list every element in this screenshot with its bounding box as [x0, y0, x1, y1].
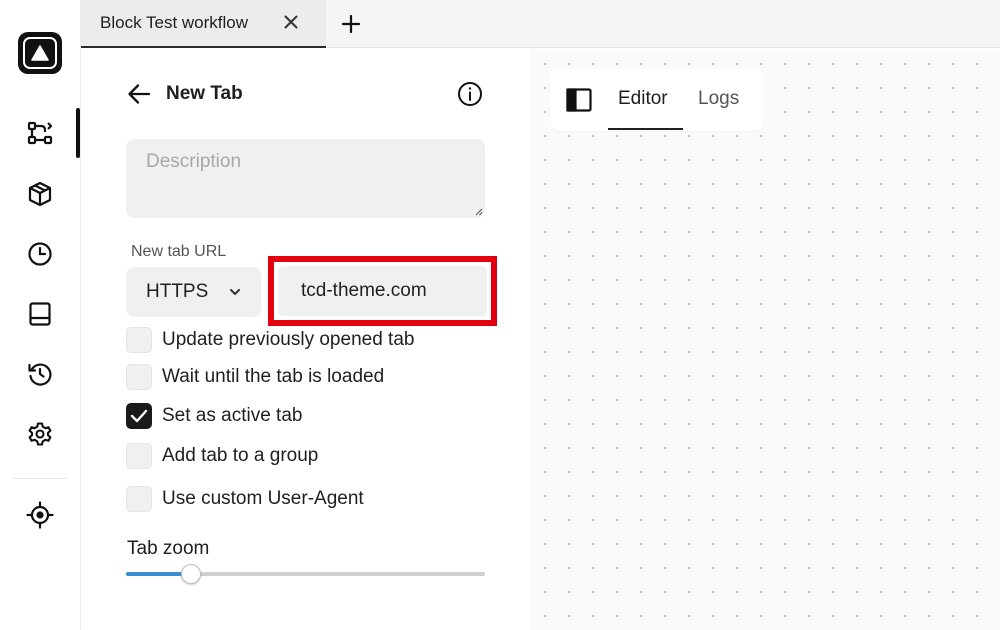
tab-strip: Block Test workflow	[81, 0, 1000, 48]
logo-triangle-icon	[31, 45, 49, 61]
sidebar-active-indicator	[76, 108, 80, 158]
clock-icon[interactable]	[24, 238, 56, 270]
tab-logs[interactable]: Logs	[698, 88, 739, 110]
option-label: Add tab to a group	[162, 445, 319, 466]
app-logo[interactable]	[18, 32, 62, 74]
settings-icon[interactable]	[24, 418, 56, 450]
package-icon[interactable]	[24, 178, 56, 210]
tab-editor[interactable]: Editor	[618, 88, 668, 110]
workflow-canvas[interactable]: Editor Logs	[530, 49, 1000, 630]
protocol-select[interactable]: HTTPS	[126, 267, 261, 317]
option-add-to-group[interactable]: Add tab to a group	[126, 443, 318, 469]
url-highlight-box	[268, 256, 497, 326]
app-sidebar	[0, 0, 81, 630]
option-label: Use custom User-Agent	[162, 488, 364, 509]
close-icon[interactable]	[281, 12, 301, 32]
block-settings-panel: New Tab New tab URL HTTPS Update previou…	[81, 49, 530, 630]
option-wait-loaded[interactable]: Wait until the tab is loaded	[126, 364, 384, 390]
back-arrow-icon[interactable]	[127, 82, 151, 106]
panel-title: New Tab	[166, 83, 243, 104]
zoom-slider[interactable]	[126, 563, 485, 585]
info-icon[interactable]	[457, 81, 483, 107]
history-icon[interactable]	[24, 358, 56, 390]
check-icon	[130, 409, 148, 423]
tab-block-test-workflow[interactable]: Block Test workflow	[81, 0, 326, 48]
chevron-down-icon	[230, 289, 240, 295]
checkbox[interactable]	[126, 443, 152, 469]
editor-toolbar: Editor Logs	[550, 69, 764, 131]
url-label: New tab URL	[131, 243, 227, 260]
resize-grip-icon[interactable]	[475, 208, 483, 216]
option-update-prev-tab[interactable]: Update previously opened tab	[126, 327, 414, 353]
description-input[interactable]	[126, 139, 485, 218]
logo-mark	[23, 37, 57, 69]
plus-icon[interactable]	[339, 12, 363, 36]
tab-label: Block Test workflow	[100, 13, 249, 32]
checkbox[interactable]	[126, 486, 152, 512]
slider-thumb[interactable]	[180, 564, 201, 584]
option-label: Wait until the tab is loaded	[162, 366, 385, 387]
active-tab-underline	[608, 128, 683, 130]
option-label: Set as active tab	[162, 405, 303, 426]
workflow-icon[interactable]	[24, 117, 56, 149]
checkbox[interactable]	[126, 364, 152, 390]
option-label: Update previously opened tab	[162, 329, 415, 350]
sidebar-divider	[13, 478, 67, 479]
checkbox-checked[interactable]	[126, 403, 152, 429]
protocol-value: HTTPS	[146, 281, 209, 302]
crosshair-icon[interactable]	[24, 499, 56, 531]
checkbox[interactable]	[126, 327, 152, 353]
option-set-active[interactable]: Set as active tab	[126, 403, 302, 429]
sidebar-toggle-icon[interactable]	[566, 87, 592, 113]
storage-icon[interactable]	[24, 298, 56, 330]
zoom-label: Tab zoom	[127, 538, 210, 559]
url-input[interactable]	[278, 266, 487, 316]
option-custom-user-agent[interactable]: Use custom User-Agent	[126, 486, 364, 512]
